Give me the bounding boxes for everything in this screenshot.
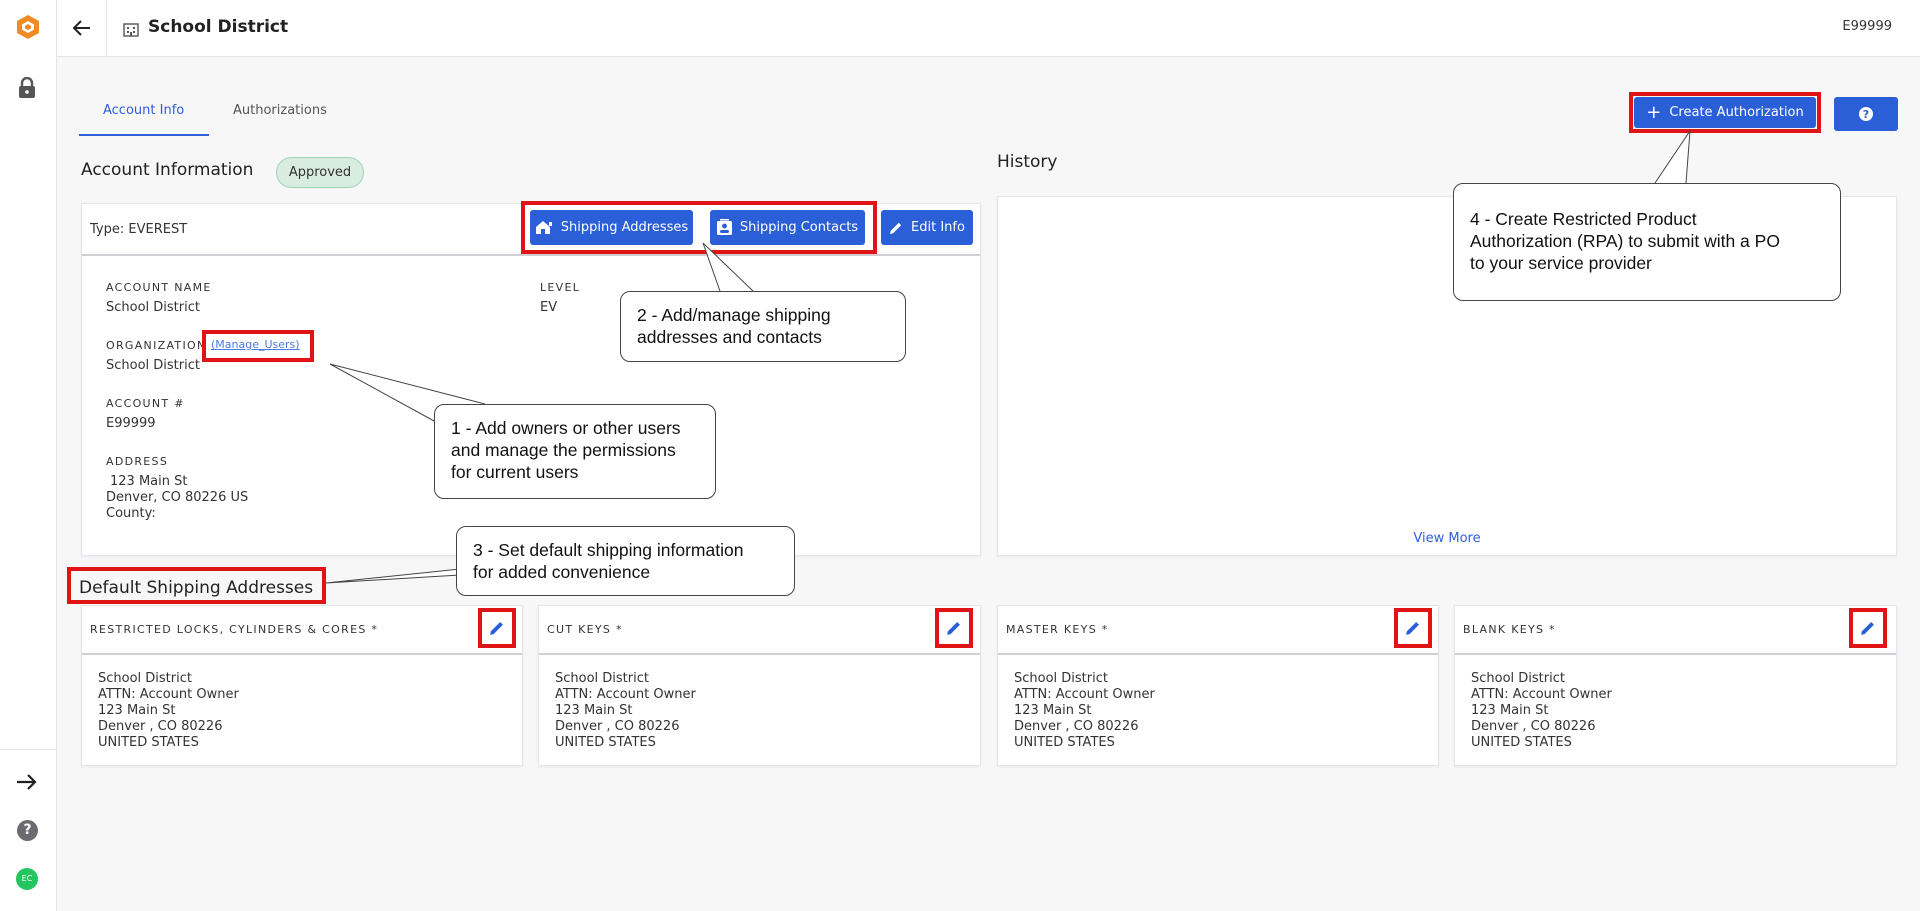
- account-type: Type: EVEREST: [90, 222, 188, 237]
- account-number-value: E99999: [106, 416, 156, 431]
- organization-value: School District: [106, 358, 200, 373]
- callout-manage-users: 1 - Add owners or other users and manage…: [434, 404, 716, 499]
- card-divider: [82, 653, 522, 655]
- shipping-contacts-button[interactable]: Shipping Contacts: [710, 210, 865, 245]
- level-label: LEVEL: [540, 281, 581, 294]
- page-title: School District: [148, 17, 289, 37]
- plus-icon: +: [1646, 101, 1662, 123]
- edit-master-keys-button[interactable]: [1394, 608, 1432, 648]
- shipping-card-address: School District ATTN: Account Owner 123 …: [98, 671, 239, 750]
- help-button[interactable]: ?: [1834, 97, 1898, 131]
- pencil-icon: [890, 222, 902, 234]
- account-card: Type: EVEREST ACCOUNT NAME School Distri…: [81, 203, 981, 556]
- card-divider: [1455, 653, 1896, 655]
- logo-icon[interactable]: [15, 14, 41, 40]
- contact-card-icon: [716, 219, 732, 235]
- history-title: History: [997, 152, 1058, 172]
- shipping-card-address: School District ATTN: Account Owner 123 …: [555, 671, 696, 750]
- help-icon[interactable]: ?: [17, 820, 38, 841]
- address-county: County:: [106, 506, 156, 521]
- address-label: ADDRESS: [106, 455, 169, 468]
- collapse-arrow-icon[interactable]: [15, 772, 39, 792]
- level-value: EV: [540, 300, 558, 315]
- pencil-icon: [1406, 622, 1419, 635]
- account-code: E99999: [1842, 19, 1892, 34]
- manage-users-link[interactable]: (Manage_Users): [211, 338, 300, 351]
- edit-info-button[interactable]: Edit Info: [881, 210, 973, 245]
- lock-icon[interactable]: [17, 77, 37, 99]
- shipping-card-title: CUT KEYS *: [547, 623, 623, 636]
- account-information-title: Account Information: [81, 160, 254, 180]
- card-divider: [539, 653, 980, 655]
- pencil-icon: [1861, 622, 1874, 635]
- pencil-icon: [947, 622, 960, 635]
- question-icon: ?: [1859, 107, 1873, 121]
- card-divider: [998, 653, 1438, 655]
- view-more-link[interactable]: View More: [998, 531, 1896, 546]
- avatar[interactable]: EC: [16, 868, 38, 890]
- house-icon: [535, 221, 552, 234]
- svg-text:?: ?: [1863, 108, 1869, 121]
- callout-default-shipping: 3 - Set default shipping information for…: [456, 526, 795, 596]
- callout-create-authorization: 4 - Create Restricted Product Authorizat…: [1453, 183, 1841, 301]
- address-line1: 123 Main St: [110, 474, 188, 489]
- pencil-icon: [490, 622, 503, 635]
- shipping-card-address: School District ATTN: Account Owner 123 …: [1014, 671, 1155, 750]
- account-number-label: ACCOUNT #: [106, 397, 185, 410]
- organization-label: ORGANIZATION: [106, 339, 207, 352]
- shipping-card-title: RESTRICTED LOCKS, CYLINDERS & CORES *: [90, 623, 379, 636]
- shipping-card-blank-keys: BLANK KEYS * School District ATTN: Accou…: [1454, 605, 1897, 766]
- tab-authorizations[interactable]: Authorizations: [233, 103, 327, 118]
- active-tab-indicator: [79, 134, 209, 136]
- create-authorization-button[interactable]: + Create Authorization: [1634, 97, 1816, 128]
- left-rail: ? EC: [0, 0, 57, 911]
- shipping-card-cut-keys: CUT KEYS * School District ATTN: Account…: [538, 605, 981, 766]
- account-name-value: School District: [106, 300, 200, 315]
- tab-account-info[interactable]: Account Info: [103, 103, 184, 118]
- shipping-addresses-button[interactable]: Shipping Addresses: [530, 210, 693, 245]
- shipping-card-master-keys: MASTER KEYS * School District ATTN: Acco…: [997, 605, 1439, 766]
- default-shipping-title: Default Shipping Addresses: [79, 578, 314, 598]
- shipping-card-address: School District ATTN: Account Owner 123 …: [1471, 671, 1612, 750]
- edit-blank-keys-button[interactable]: [1849, 608, 1887, 648]
- shipping-card-title: MASTER KEYS *: [1006, 623, 1109, 636]
- shipping-card-title: BLANK KEYS *: [1463, 623, 1556, 636]
- edit-restricted-locks-button[interactable]: [478, 608, 516, 648]
- back-button[interactable]: [57, 0, 107, 57]
- back-arrow-icon: [72, 20, 90, 36]
- account-name-label: ACCOUNT NAME: [106, 281, 212, 294]
- callout-shipping: 2 - Add/manage shipping addresses and co…: [620, 291, 906, 362]
- card-divider: [82, 254, 980, 256]
- shipping-card-restricted-locks: RESTRICTED LOCKS, CYLINDERS & CORES * Sc…: [81, 605, 523, 766]
- top-bar: School District E99999: [57, 0, 1920, 57]
- edit-cut-keys-button[interactable]: [935, 608, 973, 648]
- building-icon: [123, 23, 139, 37]
- status-badge: Approved: [276, 157, 364, 188]
- address-line2: Denver, CO 80226 US: [106, 490, 249, 505]
- rail-divider: [0, 749, 57, 750]
